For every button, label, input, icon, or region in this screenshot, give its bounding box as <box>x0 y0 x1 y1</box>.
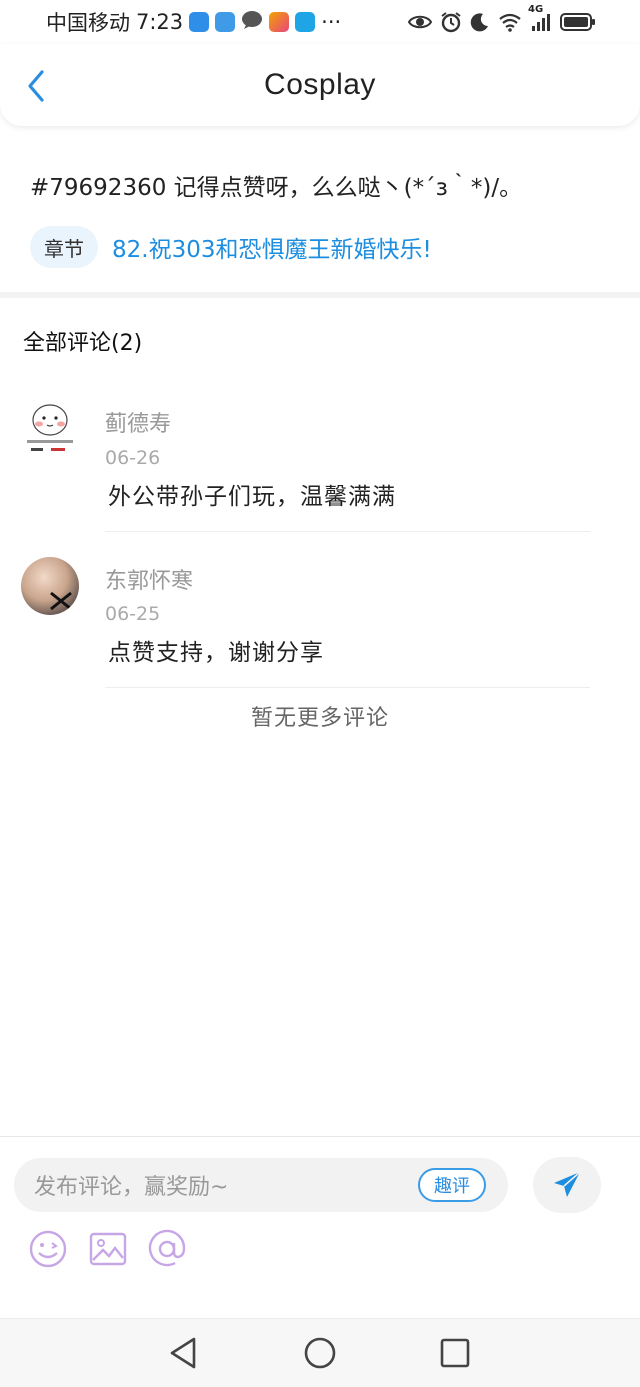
back-triangle-icon[interactable] <box>166 1335 202 1371</box>
image-icon[interactable] <box>88 1229 128 1269</box>
comment-text: 外公带孙子们玩，温馨满满 <box>108 484 396 510</box>
comment-placeholder: 发布评论，赢奖励~ <box>34 1175 229 1200</box>
moon-icon <box>470 12 490 32</box>
message-app-icon <box>241 10 263 35</box>
comment-divider <box>105 531 590 532</box>
wifi-icon <box>498 12 522 32</box>
comment-author[interactable]: 蓟德寿 <box>105 406 171 438</box>
recents-square-icon[interactable] <box>437 1335 473 1371</box>
chapter-tag: 章节 <box>30 226 98 268</box>
carrier-label: 中国移动 <box>46 11 130 35</box>
send-button[interactable] <box>533 1157 601 1213</box>
back-button[interactable] <box>18 68 54 104</box>
weather-app-icon <box>189 12 210 32</box>
comment-author[interactable]: 东郭怀寒 <box>105 563 193 595</box>
clock: 7:23 <box>136 10 184 34</box>
eye-icon <box>408 13 432 31</box>
comment-date: 06-26 <box>105 447 161 469</box>
section-divider <box>0 292 640 298</box>
status-bar: 中国移动 7:23 ··· 4G <box>0 0 640 44</box>
at-mention-icon[interactable] <box>147 1229 187 1269</box>
signal-icon: 4G <box>528 4 552 32</box>
cartoon-avatar-icon <box>27 404 73 451</box>
comment-input-area: 发布评论，赢奖励~ 趣评 <box>0 1136 640 1318</box>
comment-input[interactable]: 发布评论，赢奖励~ 趣评 <box>14 1158 508 1212</box>
status-right: 4G <box>408 4 596 33</box>
cloud-app-icon <box>215 12 236 32</box>
system-nav-bar <box>0 1318 640 1387</box>
avatar[interactable] <box>21 557 79 615</box>
emoji-icon[interactable] <box>28 1229 68 1269</box>
network-type: 4G <box>528 4 544 15</box>
send-icon <box>554 1171 581 1197</box>
more-notifications: ··· <box>321 10 342 34</box>
store-app-icon <box>269 12 290 32</box>
no-more-comments: 暂无更多评论 <box>250 706 389 731</box>
avatar[interactable] <box>21 400 79 458</box>
comment-divider <box>105 687 590 688</box>
alarm-icon <box>440 11 462 33</box>
page-title: Cosplay <box>264 68 376 101</box>
comments-title: 全部评论(2) <box>23 331 143 356</box>
comment-text: 点赞支持，谢谢分享 <box>108 640 324 666</box>
fun-comment-button[interactable]: 趣评 <box>418 1168 486 1202</box>
app-header: Cosplay <box>0 44 640 126</box>
chapter-row: 章节 82.祝303和恐惧魔王新婚快乐! <box>30 226 432 268</box>
chapter-link[interactable]: 82.祝303和恐惧魔王新婚快乐! <box>112 230 432 264</box>
battery-icon <box>560 12 596 32</box>
photo-avatar-icon <box>50 591 72 611</box>
status-left: 中国移动 7:23 ··· <box>46 7 341 37</box>
home-circle-icon[interactable] <box>302 1335 338 1371</box>
comment-date: 06-25 <box>105 603 161 625</box>
chevron-left-icon <box>28 70 44 102</box>
search-app-icon <box>295 12 316 32</box>
post-text: #79692360 记得点赞呀，么么哒丶(*´з｀*)/。 <box>30 175 523 201</box>
